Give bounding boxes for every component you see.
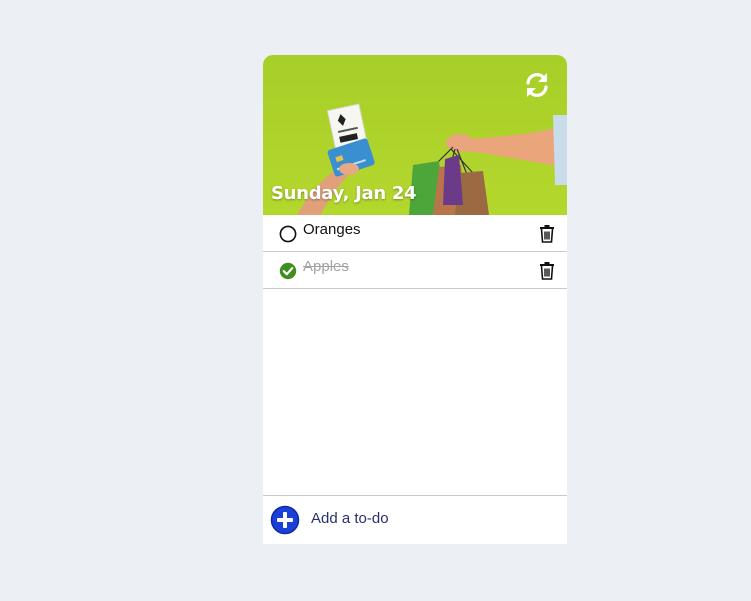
todo-label: Oranges	[303, 221, 361, 238]
plus-circle-icon[interactable]	[270, 505, 300, 535]
add-todo-button[interactable]: Add a to-do	[311, 510, 389, 527]
checked-circle-icon[interactable]	[279, 262, 297, 280]
todo-card: Sunday, Jan 24 Oranges Apples Add a to-d…	[263, 55, 567, 544]
trash-icon[interactable]	[539, 224, 555, 243]
date-heading: Sunday, Jan 24	[271, 183, 417, 204]
todo-list: Oranges Apples	[263, 215, 567, 289]
trash-icon[interactable]	[539, 261, 555, 280]
header-banner: Sunday, Jan 24	[263, 55, 567, 215]
refresh-icon[interactable]	[522, 70, 552, 100]
todo-label: Apples	[303, 258, 349, 275]
add-todo-bar: Add a to-do	[263, 495, 567, 544]
todo-item-apples[interactable]: Apples	[263, 252, 567, 289]
unchecked-circle-icon[interactable]	[279, 225, 297, 243]
todo-item-oranges[interactable]: Oranges	[263, 215, 567, 252]
